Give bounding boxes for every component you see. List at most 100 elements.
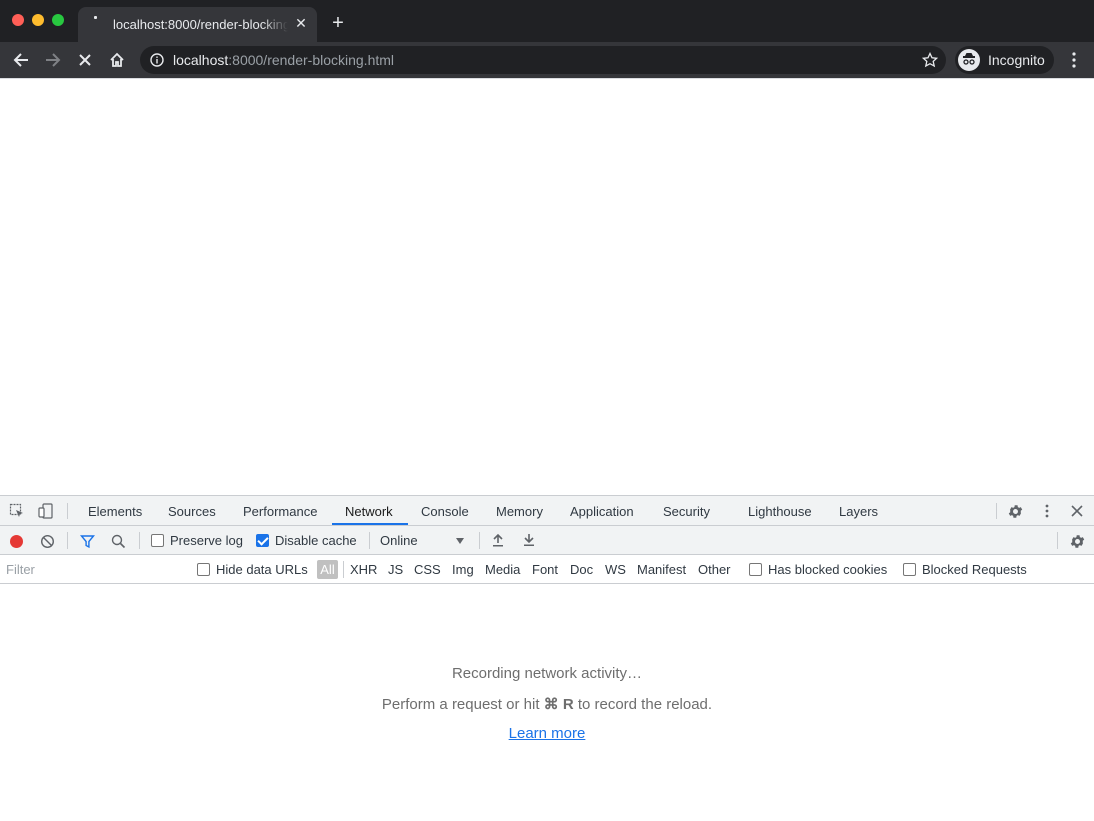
bookmark-star-icon[interactable] bbox=[922, 52, 938, 68]
tab-application[interactable]: Application bbox=[570, 504, 634, 519]
devtools-settings-icon[interactable] bbox=[1006, 502, 1024, 520]
browser-tab[interactable]: localhost:8000/render-blocking.html ✕ bbox=[78, 7, 317, 42]
network-empty-state: Recording network activity… Perform a re… bbox=[0, 584, 1094, 821]
network-settings-icon[interactable] bbox=[1068, 532, 1086, 550]
upload-arrow-icon bbox=[493, 533, 503, 547]
browser-titlebar: localhost:8000/render-blocking.html ✕ + bbox=[0, 0, 1094, 42]
tab-lighthouse[interactable]: Lighthouse bbox=[748, 504, 812, 519]
preserve-log-label[interactable]: Preserve log bbox=[170, 533, 243, 548]
divider bbox=[479, 532, 480, 549]
tab-network[interactable]: Network bbox=[345, 504, 393, 519]
type-filter-media[interactable]: Media bbox=[485, 562, 520, 577]
type-filter-img[interactable]: Img bbox=[452, 562, 474, 577]
blocked-requests-checkbox[interactable] bbox=[903, 563, 916, 576]
type-filter-other[interactable]: Other bbox=[698, 562, 731, 577]
back-button[interactable] bbox=[10, 49, 32, 71]
browser-toolbar: localhost:8000/render-blocking.html Inco… bbox=[0, 42, 1094, 78]
home-button[interactable] bbox=[106, 49, 128, 71]
type-filter-css[interactable]: CSS bbox=[414, 562, 441, 577]
chevron-down-icon[interactable] bbox=[456, 538, 464, 544]
url-text[interactable]: localhost:8000/render-blocking.html bbox=[173, 52, 394, 68]
devtools-tabbar: Elements Sources Performance Network Con… bbox=[0, 496, 1094, 526]
window-close-button[interactable] bbox=[12, 14, 24, 26]
window-minimize-button[interactable] bbox=[32, 14, 44, 26]
filter-input[interactable]: Filter bbox=[6, 562, 35, 577]
forward-arrow-icon bbox=[46, 53, 61, 67]
divider bbox=[67, 532, 68, 549]
download-arrow-icon bbox=[524, 534, 534, 546]
network-filterbar: Filter Hide data URLs All XHR JS CSS Img… bbox=[0, 555, 1094, 584]
incognito-label: Incognito bbox=[988, 52, 1045, 68]
tab-layers[interactable]: Layers bbox=[839, 504, 878, 519]
browser-menu-icon[interactable] bbox=[1064, 50, 1084, 70]
stop-loading-button[interactable] bbox=[74, 49, 96, 71]
inspect-element-icon[interactable] bbox=[8, 502, 26, 520]
url-path: :8000/render-blocking.html bbox=[228, 52, 395, 68]
type-filter-doc[interactable]: Doc bbox=[570, 562, 593, 577]
forward-button[interactable] bbox=[42, 49, 64, 71]
address-bar[interactable]: localhost:8000/render-blocking.html bbox=[140, 46, 946, 74]
incognito-profile-button[interactable]: Incognito bbox=[955, 46, 1054, 74]
empty-state-hint: Perform a request or hit ⌘ R to record t… bbox=[0, 695, 1094, 713]
network-toolbar: Preserve log Disable cache Online bbox=[0, 526, 1094, 555]
devtools-close-icon[interactable] bbox=[1068, 502, 1086, 520]
divider bbox=[139, 532, 140, 549]
type-filter-js[interactable]: JS bbox=[388, 562, 403, 577]
throttling-select[interactable]: Online bbox=[380, 533, 418, 548]
disable-cache-checkbox[interactable] bbox=[256, 534, 269, 547]
devtools-panel: Elements Sources Performance Network Con… bbox=[0, 495, 1094, 820]
has-blocked-cookies-checkbox[interactable] bbox=[749, 563, 762, 576]
clear-button[interactable] bbox=[39, 533, 55, 549]
clear-icon bbox=[40, 534, 54, 548]
hide-data-urls-checkbox[interactable] bbox=[197, 563, 210, 576]
tab-title: localhost:8000/render-blocking.html bbox=[113, 17, 288, 32]
export-har-button[interactable] bbox=[521, 532, 537, 548]
tab-elements[interactable]: Elements bbox=[88, 504, 142, 519]
type-filter-font[interactable]: Font bbox=[532, 562, 558, 577]
tab-console[interactable]: Console bbox=[421, 504, 469, 519]
tab-close-icon[interactable]: ✕ bbox=[293, 15, 309, 31]
device-toolbar-icon[interactable] bbox=[37, 502, 55, 520]
has-blocked-cookies-label[interactable]: Has blocked cookies bbox=[768, 562, 887, 577]
hide-data-urls-label[interactable]: Hide data URLs bbox=[216, 562, 308, 577]
incognito-icon bbox=[958, 49, 980, 71]
home-icon bbox=[110, 52, 124, 67]
url-host: localhost bbox=[173, 52, 229, 68]
hint-text-before: Perform a request or hit bbox=[381, 696, 544, 713]
learn-more-link[interactable]: Learn more bbox=[509, 725, 586, 742]
info-icon[interactable] bbox=[150, 53, 164, 67]
window-zoom-button[interactable] bbox=[52, 14, 64, 26]
divider bbox=[996, 503, 997, 519]
type-filter-all[interactable]: All bbox=[317, 560, 338, 579]
active-tab-indicator bbox=[332, 523, 408, 525]
back-arrow-icon bbox=[13, 53, 28, 67]
filter-toggle-button[interactable] bbox=[79, 533, 95, 549]
record-button[interactable] bbox=[8, 533, 24, 549]
search-icon bbox=[111, 534, 125, 548]
new-tab-button[interactable]: + bbox=[328, 13, 348, 33]
tab-performance[interactable]: Performance bbox=[243, 504, 317, 519]
blocked-requests-label[interactable]: Blocked Requests bbox=[922, 562, 1027, 577]
devtools-more-icon[interactable] bbox=[1038, 502, 1056, 520]
type-filter-xhr[interactable]: XHR bbox=[350, 562, 377, 577]
import-har-button[interactable] bbox=[490, 532, 506, 548]
page-viewport bbox=[0, 78, 1094, 495]
divider bbox=[1057, 532, 1058, 549]
tab-security[interactable]: Security bbox=[663, 504, 710, 519]
preserve-log-checkbox[interactable] bbox=[151, 534, 164, 547]
disable-cache-label[interactable]: Disable cache bbox=[275, 533, 357, 548]
stop-x-icon bbox=[79, 54, 91, 66]
type-filter-ws[interactable]: WS bbox=[605, 562, 626, 577]
tab-memory[interactable]: Memory bbox=[496, 504, 543, 519]
divider bbox=[343, 561, 344, 578]
empty-state-title: Recording network activity… bbox=[451, 665, 643, 682]
hint-text-after: to record the reload. bbox=[573, 696, 713, 713]
divider bbox=[369, 532, 370, 549]
reload-shortcut: ⌘ R bbox=[543, 696, 574, 713]
divider bbox=[67, 503, 68, 519]
search-button[interactable] bbox=[110, 533, 126, 549]
tab-sources[interactable]: Sources bbox=[168, 504, 216, 519]
record-icon bbox=[9, 534, 23, 548]
learn-more-row: Learn more bbox=[0, 725, 1094, 742]
type-filter-manifest[interactable]: Manifest bbox=[637, 562, 686, 577]
